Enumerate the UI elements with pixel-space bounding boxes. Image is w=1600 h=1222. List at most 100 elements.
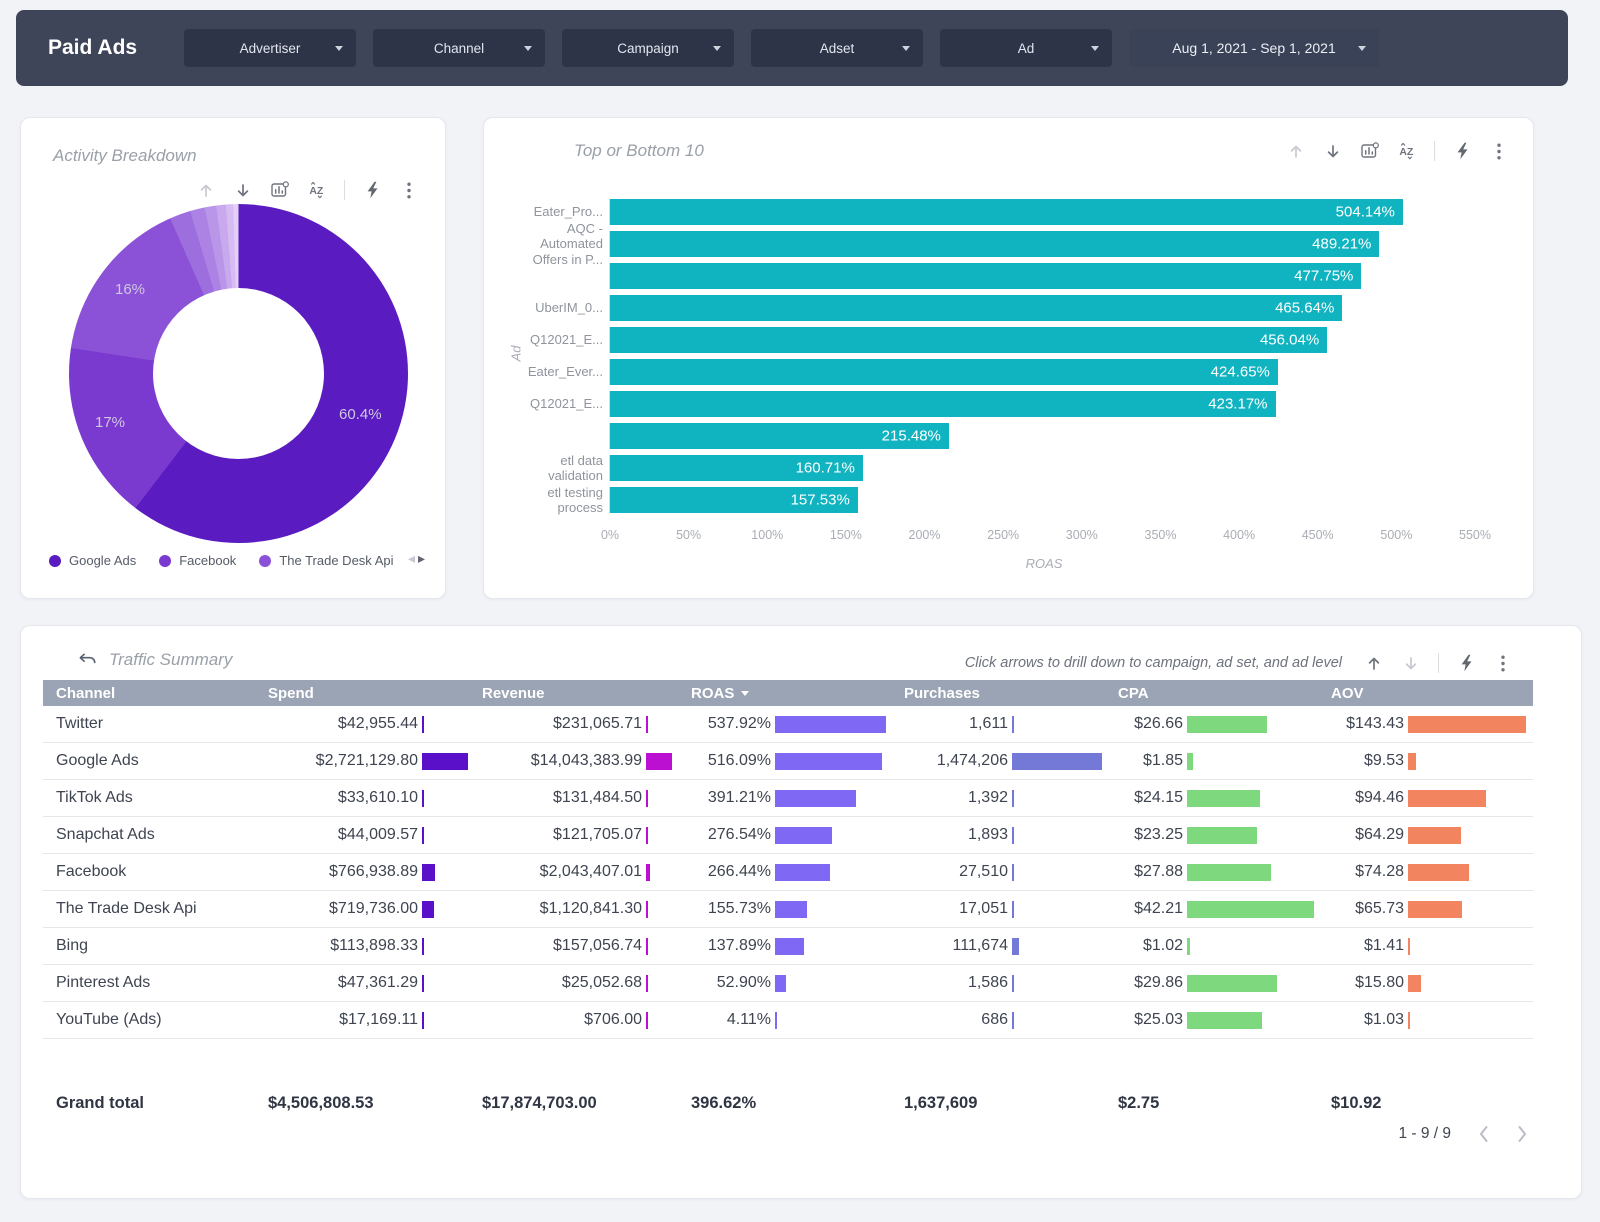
cell-value: $2,721,129.80 bbox=[268, 752, 418, 770]
roas-bar[interactable]: 423.17% bbox=[610, 391, 1276, 417]
cell-value: $231,065.71 bbox=[482, 715, 642, 733]
roas-bar[interactable]: 157.53% bbox=[610, 487, 858, 513]
paid-ads-dashboard: Paid Ads AdvertiserChannelCampaignAdsetA… bbox=[0, 0, 1600, 1222]
move-down-icon[interactable] bbox=[1401, 653, 1421, 673]
column-header-channel[interactable]: Channel bbox=[43, 685, 268, 702]
channel-cell[interactable]: The Trade Desk Api bbox=[43, 900, 268, 918]
roas-bar[interactable]: 215.48% bbox=[610, 423, 949, 449]
filter-channel[interactable]: Channel bbox=[373, 29, 545, 67]
filter-label: Adset bbox=[820, 41, 855, 56]
card-title: Traffic Summary bbox=[109, 650, 232, 670]
bar-track: 456.04% bbox=[609, 327, 1514, 353]
bar-track: 465.64% bbox=[609, 295, 1514, 321]
column-header-cpa[interactable]: CPA bbox=[1118, 685, 1331, 702]
date-range-filter[interactable]: Aug 1, 2021 - Sep 1, 2021 bbox=[1129, 29, 1379, 67]
column-header-aov[interactable]: AOV bbox=[1331, 685, 1533, 702]
more-options-icon[interactable] bbox=[1489, 141, 1509, 161]
move-up-icon[interactable] bbox=[196, 180, 216, 200]
quick-actions-icon[interactable] bbox=[362, 180, 382, 200]
sort-az-icon[interactable]: AZ bbox=[307, 180, 327, 200]
legend-item[interactable]: Facebook bbox=[159, 553, 236, 568]
undo-drill-icon[interactable] bbox=[77, 650, 97, 670]
move-down-icon[interactable] bbox=[233, 180, 253, 200]
move-down-icon[interactable] bbox=[1323, 141, 1343, 161]
purchases-cell: 17,051 bbox=[904, 891, 1118, 927]
cell-value: 27,510 bbox=[904, 863, 1008, 881]
table-row[interactable]: Pinterest Ads$47,361.29$25,052.6852.90%1… bbox=[43, 965, 1533, 1002]
column-header-revenue[interactable]: Revenue bbox=[482, 685, 691, 702]
column-header-roas[interactable]: ROAS bbox=[691, 685, 904, 702]
roas-bar[interactable]: 504.14% bbox=[610, 199, 1403, 225]
x-tick-label: 50% bbox=[676, 528, 701, 542]
cell-value: $23.25 bbox=[1118, 826, 1183, 844]
cell-bar-zone bbox=[1183, 827, 1331, 844]
roas-mini-bar bbox=[775, 975, 786, 992]
chart-settings-icon[interactable] bbox=[270, 180, 290, 200]
spend-cell: $2,721,129.80 bbox=[268, 743, 482, 779]
table-row[interactable]: Twitter$42,955.44$231,065.71537.92%1,611… bbox=[43, 706, 1533, 743]
channel-cell[interactable]: Snapchat Ads bbox=[43, 826, 268, 844]
table-row[interactable]: YouTube (Ads)$17,169.11$706.004.11%686$2… bbox=[43, 1002, 1533, 1039]
legend-prev-icon[interactable]: ◂ bbox=[408, 550, 415, 567]
legend-item[interactable]: Google Ads bbox=[49, 553, 136, 568]
purchases-mini-bar bbox=[1012, 1012, 1014, 1029]
table-row[interactable]: Facebook$766,938.89$2,043,407.01266.44%2… bbox=[43, 854, 1533, 891]
channel-cell[interactable]: TikTok Ads bbox=[43, 789, 268, 807]
chart-settings-icon[interactable] bbox=[1360, 141, 1380, 161]
page-next-icon[interactable] bbox=[1516, 1124, 1529, 1144]
cpa-mini-bar bbox=[1187, 716, 1267, 733]
table-row[interactable]: Google Ads$2,721,129.80$14,043,383.99516… bbox=[43, 743, 1533, 780]
quick-actions-icon[interactable] bbox=[1456, 653, 1476, 673]
channel-cell[interactable]: Google Ads bbox=[43, 752, 268, 770]
move-up-icon[interactable] bbox=[1364, 653, 1384, 673]
cell-bar-zone bbox=[642, 975, 691, 992]
bar-track: 424.65% bbox=[609, 359, 1514, 385]
channel-cell[interactable]: Facebook bbox=[43, 863, 268, 881]
filter-ad[interactable]: Ad bbox=[940, 29, 1112, 67]
column-header-purchases[interactable]: Purchases bbox=[904, 685, 1118, 702]
more-options-icon[interactable] bbox=[399, 180, 419, 200]
pagination-range: 1 - 9 / 9 bbox=[1398, 1125, 1451, 1143]
cell-value: $157,056.74 bbox=[482, 937, 642, 955]
column-header-spend[interactable]: Spend bbox=[268, 685, 482, 702]
cell-bar-zone bbox=[1008, 901, 1118, 918]
table-row[interactable]: TikTok Ads$33,610.10$131,484.50391.21%1,… bbox=[43, 780, 1533, 817]
table-row[interactable]: Bing$113,898.33$157,056.74137.89%111,674… bbox=[43, 928, 1533, 965]
legend-label: Facebook bbox=[179, 553, 236, 568]
cell-bar-zone bbox=[1404, 975, 1533, 992]
chart-legend: Google Ads Facebook The Trade Desk Api bbox=[49, 553, 393, 568]
page-prev-icon[interactable] bbox=[1477, 1124, 1490, 1144]
roas-bar[interactable]: 456.04% bbox=[610, 327, 1327, 353]
table-row[interactable]: Snapchat Ads$44,009.57$121,705.07276.54%… bbox=[43, 817, 1533, 854]
legend-item[interactable]: The Trade Desk Api bbox=[259, 553, 393, 568]
channel-cell[interactable]: YouTube (Ads) bbox=[43, 1011, 268, 1029]
bar-row: 215.48% bbox=[484, 420, 1514, 452]
legend-next-icon[interactable]: ▸ bbox=[418, 550, 425, 567]
sort-az-icon[interactable]: AZ bbox=[1397, 141, 1417, 161]
roas-bar[interactable]: 465.64% bbox=[610, 295, 1342, 321]
more-options-icon[interactable] bbox=[1493, 653, 1513, 673]
roas-bar[interactable]: 477.75% bbox=[610, 263, 1361, 289]
move-up-icon[interactable] bbox=[1286, 141, 1306, 161]
filter-campaign[interactable]: Campaign bbox=[562, 29, 734, 67]
filter-label: Channel bbox=[434, 41, 484, 56]
quick-actions-icon[interactable] bbox=[1452, 141, 1472, 161]
revenue-cell: $157,056.74 bbox=[482, 928, 691, 964]
channel-cell[interactable]: Twitter bbox=[43, 715, 268, 733]
filter-advertiser[interactable]: Advertiser bbox=[184, 29, 356, 67]
donut-chart[interactable] bbox=[69, 204, 408, 543]
legend-label: Google Ads bbox=[69, 553, 136, 568]
filter-adset[interactable]: Adset bbox=[751, 29, 923, 67]
table-row[interactable]: The Trade Desk Api$719,736.00$1,120,841.… bbox=[43, 891, 1533, 928]
channel-cell[interactable]: Pinterest Ads bbox=[43, 974, 268, 992]
spend-cell: $719,736.00 bbox=[268, 891, 482, 927]
bar-category-label: etl data validation bbox=[484, 453, 609, 484]
channel-cell[interactable]: Bing bbox=[43, 937, 268, 955]
aov-mini-bar bbox=[1408, 901, 1462, 918]
cell-value: 266.44% bbox=[691, 863, 771, 881]
cell-bar-zone bbox=[771, 827, 904, 844]
cell-bar-zone bbox=[418, 938, 482, 955]
roas-bar[interactable]: 489.21% bbox=[610, 231, 1379, 257]
roas-bar[interactable]: 424.65% bbox=[610, 359, 1278, 385]
roas-bar[interactable]: 160.71% bbox=[610, 455, 863, 481]
